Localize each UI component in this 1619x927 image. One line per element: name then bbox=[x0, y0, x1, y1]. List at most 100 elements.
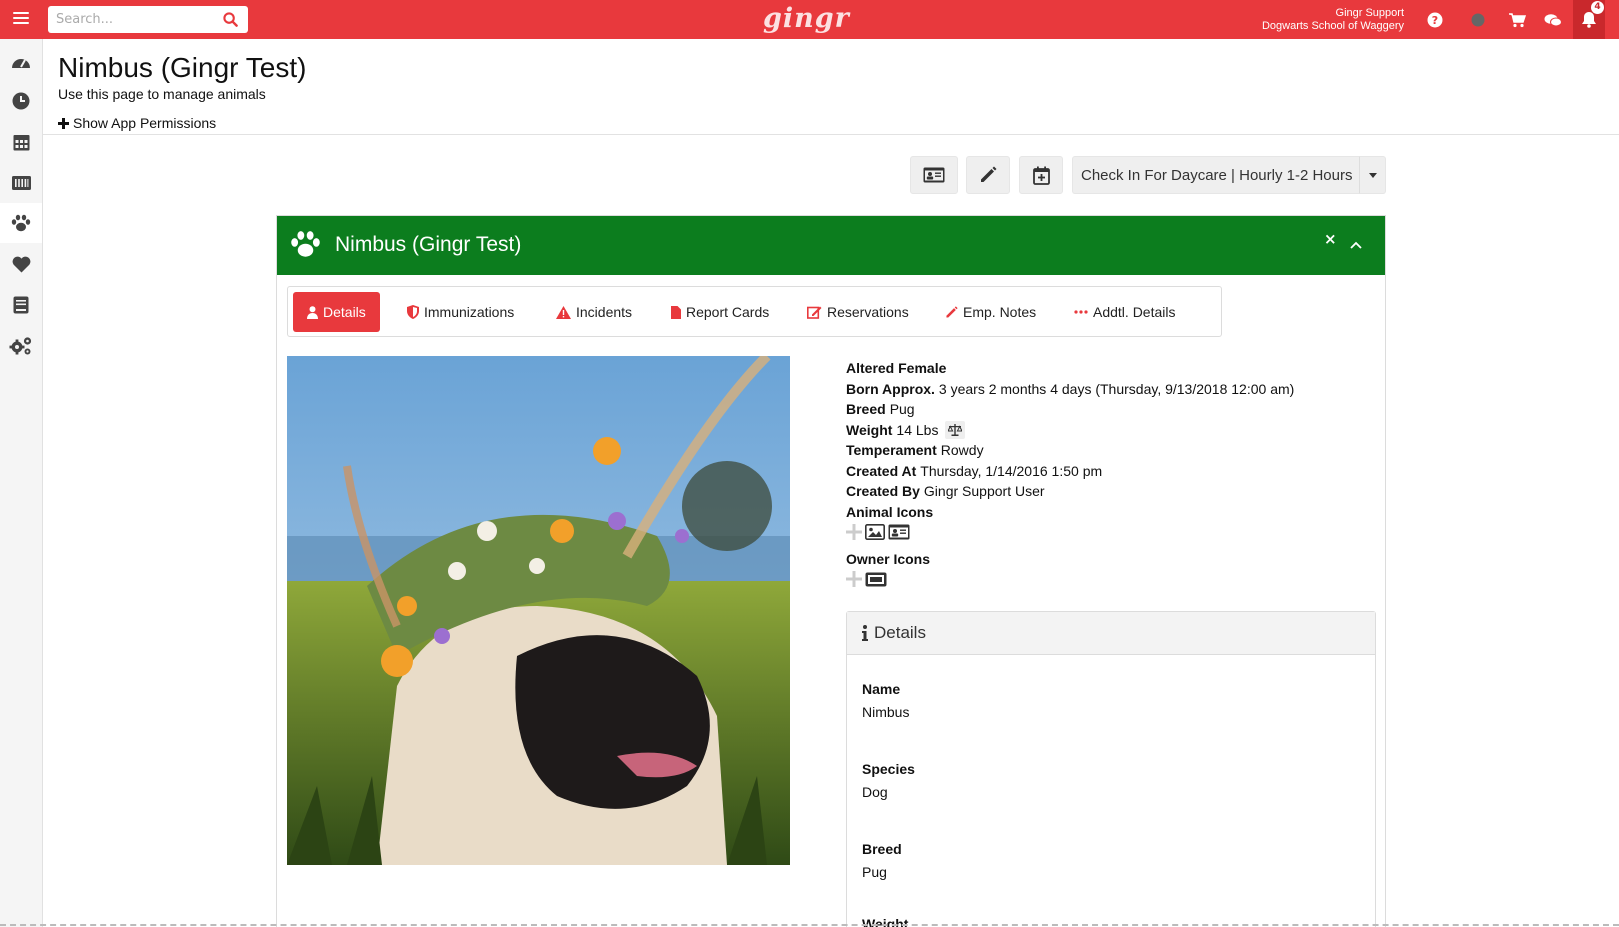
warning-icon bbox=[556, 305, 571, 319]
born-label: Born Approx. bbox=[846, 380, 935, 397]
temperament-value: Rowdy bbox=[940, 442, 984, 458]
tab-reservations[interactable]: Reservations bbox=[793, 292, 923, 332]
details-box: Details Name Nimbus Species Dog Breed Pu… bbox=[846, 611, 1376, 927]
tab-reservations-label: Reservations bbox=[827, 304, 909, 320]
id-card-button[interactable] bbox=[910, 156, 958, 194]
file-icon bbox=[671, 305, 681, 319]
detail-field-value: Nimbus bbox=[862, 704, 910, 720]
id-card-icon bbox=[923, 167, 945, 183]
edit-animal-button[interactable] bbox=[966, 156, 1010, 194]
show-app-permissions-label: Show App Permissions bbox=[73, 115, 217, 131]
notifications-button[interactable]: 4 bbox=[1573, 0, 1605, 39]
owner-icons-row bbox=[846, 570, 1294, 595]
animal-tabs: Details Immunizations Incidents Report C… bbox=[287, 286, 1222, 337]
sidebar-favorites[interactable] bbox=[0, 244, 42, 284]
notification-count-badge: 4 bbox=[1591, 1, 1604, 14]
tab-details-label: Details bbox=[323, 304, 366, 320]
help-icon[interactable]: ? bbox=[1425, 10, 1445, 30]
breed-value: Pug bbox=[889, 401, 915, 417]
cart-icon[interactable] bbox=[1507, 10, 1527, 30]
header-divider bbox=[43, 134, 1619, 135]
account-info[interactable]: Gingr Support Dogwarts School of Waggery bbox=[1262, 7, 1404, 33]
details-box-header: Details bbox=[847, 612, 1375, 655]
sidebar-reports[interactable] bbox=[0, 285, 42, 325]
calendar-plus-icon bbox=[1032, 166, 1050, 185]
tab-emp-notes[interactable]: Emp. Notes bbox=[931, 292, 1050, 332]
created-by-value: Gingr Support User bbox=[923, 483, 1045, 499]
owner-icons-label: Owner Icons bbox=[846, 551, 931, 567]
ellipsis-icon bbox=[1074, 310, 1088, 314]
edit-icon bbox=[807, 306, 822, 319]
detail-field-label: Species bbox=[862, 761, 915, 777]
account-location: Dogwarts School of Waggery bbox=[1261, 20, 1404, 32]
breed-label: Breed bbox=[846, 401, 886, 417]
pencil-icon bbox=[981, 166, 997, 182]
animal-photo[interactable] bbox=[287, 356, 790, 865]
tab-addtl-details-label: Addtl. Details bbox=[1093, 304, 1176, 320]
search-input[interactable] bbox=[48, 6, 208, 33]
sidebar-pos[interactable] bbox=[0, 163, 42, 203]
book-icon bbox=[13, 296, 29, 314]
weight-value: 14 Lbs bbox=[896, 421, 939, 438]
hamburger-menu-icon[interactable] bbox=[10, 9, 32, 29]
top-bar: gingr Gingr Support Dogwarts School of W… bbox=[0, 0, 1619, 39]
heart-icon bbox=[12, 256, 30, 272]
sidebar-settings[interactable] bbox=[0, 326, 42, 366]
clock-icon bbox=[12, 92, 30, 110]
check-in-options-dropdown[interactable] bbox=[1359, 156, 1386, 194]
sidebar-history[interactable] bbox=[0, 81, 42, 121]
add-icon-plus-icon[interactable] bbox=[846, 523, 862, 546]
tab-report-cards-label: Report Cards bbox=[686, 304, 770, 320]
search-icon[interactable] bbox=[223, 12, 238, 31]
paw-icon bbox=[290, 230, 321, 262]
sidebar-animals[interactable] bbox=[0, 203, 42, 243]
created-by-label: Created By bbox=[846, 483, 920, 499]
close-icon[interactable]: × bbox=[1324, 230, 1337, 248]
dashboard-icon bbox=[12, 59, 30, 68]
paw-icon bbox=[11, 214, 31, 232]
chat-icon[interactable] bbox=[1543, 10, 1563, 30]
gears-icon bbox=[9, 337, 32, 355]
tab-details[interactable]: Details bbox=[293, 292, 380, 332]
id-card-icon[interactable] bbox=[888, 524, 910, 546]
calendar-icon bbox=[13, 135, 29, 151]
detail-field-name: Name Nimbus bbox=[862, 681, 909, 720]
show-app-permissions-link[interactable]: Show App Permissions bbox=[58, 115, 216, 131]
user-icon bbox=[307, 305, 318, 319]
tab-incidents[interactable]: Incidents bbox=[542, 292, 646, 332]
animal-icons-label: Animal Icons bbox=[846, 503, 934, 520]
ticket-icon[interactable] bbox=[865, 572, 887, 593]
gingr-logo[interactable]: gingr bbox=[763, 3, 850, 34]
created-at-label: Created At bbox=[846, 462, 917, 479]
created-at-value: Thursday, 1/14/2016 1:50 pm bbox=[920, 462, 1103, 479]
tab-immunizations[interactable]: Immunizations bbox=[393, 292, 528, 332]
status-dot-icon[interactable] bbox=[1468, 10, 1488, 30]
tab-incidents-label: Incidents bbox=[576, 304, 633, 320]
tab-emp-notes-label: Emp. Notes bbox=[963, 304, 1037, 320]
add-reservation-button[interactable] bbox=[1019, 156, 1063, 194]
barcode-icon bbox=[11, 176, 31, 190]
animal-info: Altered Female Born Approx. 3 years 2 mon… bbox=[846, 358, 1294, 595]
svg-text:?: ? bbox=[1432, 14, 1438, 27]
tab-report-cards[interactable]: Report Cards bbox=[657, 292, 783, 332]
add-owner-icon-plus-icon[interactable] bbox=[846, 571, 862, 593]
caret-down-icon bbox=[1368, 172, 1377, 178]
chevron-up-icon[interactable] bbox=[1350, 234, 1362, 253]
sidebar-calendar[interactable] bbox=[0, 122, 42, 162]
account-user: Gingr Support bbox=[1335, 7, 1404, 19]
check-in-button[interactable]: Check In For Daycare | Hourly 1-2 Hours bbox=[1072, 156, 1359, 194]
pencil-icon bbox=[946, 305, 958, 318]
animal-panel: Nimbus (Gingr Test) × Details Immunizati… bbox=[276, 215, 1386, 927]
scale-icon[interactable] bbox=[945, 420, 966, 439]
sidebar-dashboard[interactable] bbox=[0, 41, 42, 81]
detail-field-value: Pug bbox=[862, 864, 887, 880]
photo-icon[interactable] bbox=[865, 523, 885, 546]
details-box-title: Details bbox=[874, 623, 926, 642]
plus-icon bbox=[58, 117, 69, 129]
detail-field-species: Species Dog bbox=[862, 761, 915, 800]
page-title: Nimbus (Gingr Test) bbox=[58, 52, 307, 83]
tab-addtl-details[interactable]: Addtl. Details bbox=[1060, 292, 1189, 332]
page-subtitle: Use this page to manage animals bbox=[58, 86, 266, 102]
animal-panel-header: Nimbus (Gingr Test) × bbox=[277, 216, 1385, 275]
sidebar bbox=[0, 39, 43, 927]
